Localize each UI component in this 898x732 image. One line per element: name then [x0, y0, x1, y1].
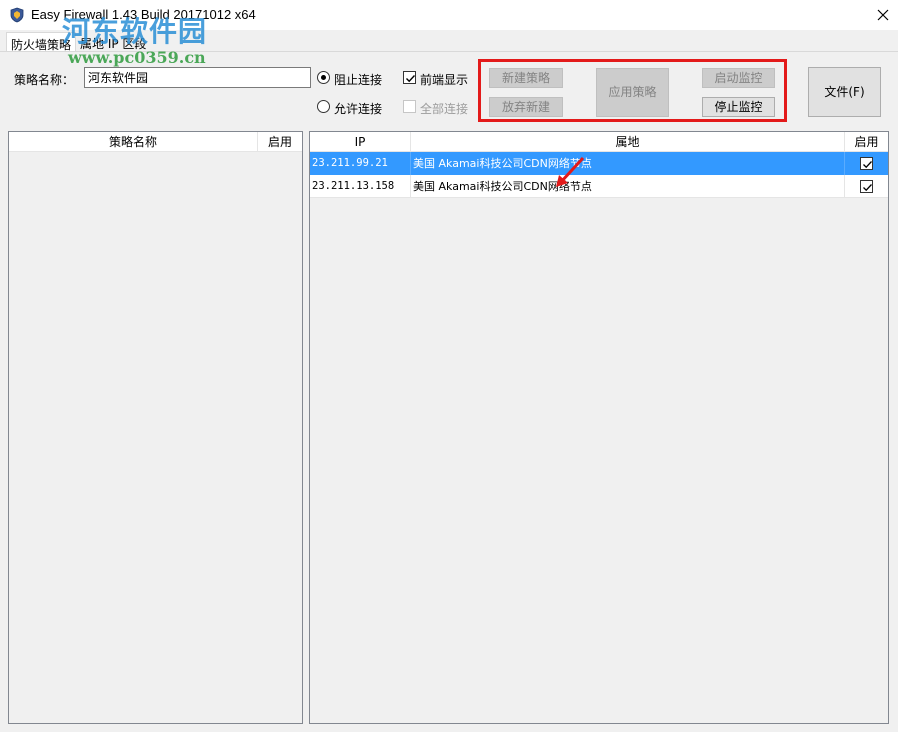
- allow-connection-label[interactable]: 允许连接: [334, 100, 382, 117]
- column-header-location[interactable]: 属地: [411, 132, 845, 152]
- highlight-box: [478, 59, 787, 122]
- block-connection-radio[interactable]: [317, 71, 330, 84]
- firewall-app-icon: [9, 7, 25, 23]
- watermark-url: www.pc0359.cn: [68, 48, 206, 67]
- policy-name-label: 策略名称：: [14, 73, 75, 87]
- location-cell: 美国 Akamai科技公司CDN网络节点: [411, 175, 845, 198]
- table-row[interactable]: 23.211.13.158 美国 Akamai科技公司CDN网络节点: [310, 175, 888, 198]
- policy-list[interactable]: 策略名称 启用: [8, 131, 303, 724]
- foreground-display-label[interactable]: 前端显示: [420, 71, 468, 88]
- allow-connection-radio[interactable]: [317, 100, 330, 113]
- all-connections-checkbox[interactable]: [403, 100, 416, 113]
- location-cell: 美国 Akamai科技公司CDN网络节点: [411, 152, 845, 175]
- ip-cell: 23.211.99.21: [310, 152, 411, 175]
- file-menu-button[interactable]: 文件(F): [808, 67, 881, 117]
- radio-selected-dot: [321, 75, 326, 80]
- checkmark-icon: [406, 75, 416, 83]
- column-header-ip[interactable]: IP: [310, 132, 411, 152]
- ip-list[interactable]: IP 属地 启用 23.211.99.21 美国 Akamai科技公司CDN网络…: [309, 131, 889, 724]
- block-connection-label[interactable]: 阻止连接: [334, 71, 382, 88]
- row-enabled-checkbox[interactable]: [860, 180, 873, 193]
- checkmark-icon: [863, 161, 872, 169]
- column-header-policy-name[interactable]: 策略名称: [9, 132, 258, 152]
- row-enabled-checkbox[interactable]: [860, 157, 873, 170]
- policy-name-input[interactable]: [84, 67, 311, 88]
- all-connections-label[interactable]: 全部连接: [420, 100, 468, 117]
- column-header-enabled[interactable]: 启用: [845, 132, 888, 152]
- ip-cell: 23.211.13.158: [310, 175, 411, 198]
- close-icon: [877, 9, 889, 21]
- checkmark-icon: [863, 184, 872, 192]
- annotation-arrow-icon: [556, 156, 585, 187]
- watermark-logo: 河东软件园: [62, 15, 208, 48]
- client-area: 防火墙策略 属地 IP 区段 策略名称： 阻止连接 允许连接 前端显示 全部连接…: [0, 30, 898, 732]
- table-row[interactable]: 23.211.99.21 美国 Akamai科技公司CDN网络节点: [310, 152, 888, 175]
- close-button[interactable]: [868, 0, 898, 30]
- ip-list-header: IP 属地 启用: [310, 132, 888, 152]
- foreground-display-checkbox[interactable]: [403, 71, 416, 84]
- column-header-enabled[interactable]: 启用: [258, 132, 302, 152]
- policy-list-header: 策略名称 启用: [9, 132, 302, 152]
